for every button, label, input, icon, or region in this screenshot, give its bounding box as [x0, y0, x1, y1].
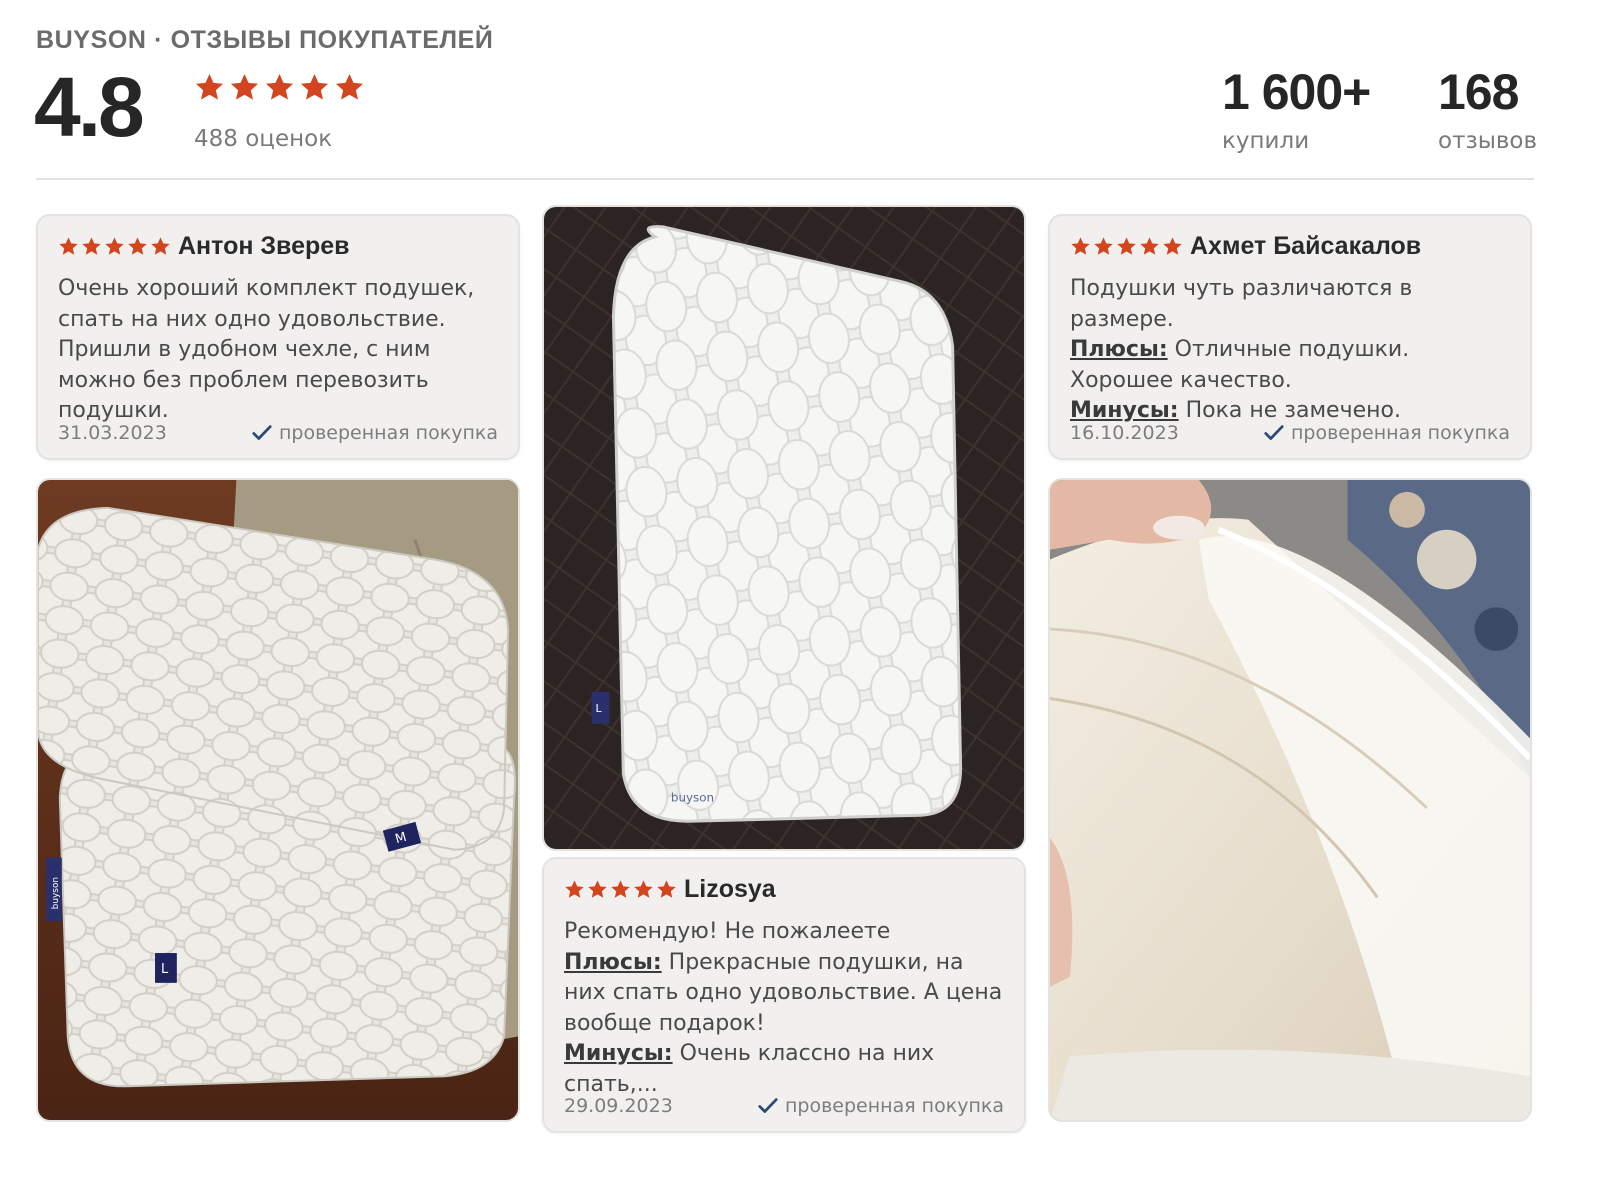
star-icon — [1071, 237, 1090, 255]
pillow-shape — [613, 226, 961, 822]
review-card[interactable]: Антон Зверев Очень хороший комплект поду… — [36, 214, 520, 460]
star-icon — [300, 73, 329, 100]
pros-label: Плюсы: — [564, 949, 662, 975]
review-card[interactable]: Lizosya Рекомендую! Не пожалеете Плюсы: … — [542, 857, 1026, 1133]
brand-label: buyson — [671, 790, 714, 804]
review-author: Антон Зверев — [178, 232, 350, 260]
average-rating: 4.8 — [34, 60, 145, 154]
star-icon — [335, 73, 364, 100]
star-icon — [128, 237, 147, 255]
review-photo[interactable]: L buyson — [542, 205, 1026, 851]
bought-label: купили — [1222, 128, 1310, 154]
page-title: BUYSON · ОТЗЫВЫ ПОКУПАТЕЛЕЙ — [36, 26, 494, 54]
review-main-text: Подушки чуть различаются в размере. — [1070, 276, 1413, 332]
header-divider — [36, 178, 1534, 180]
size-tag-label: L — [161, 962, 169, 977]
review-stars — [564, 879, 677, 900]
star-icon — [1163, 237, 1182, 255]
star-icon — [82, 237, 101, 255]
review-text: Рекомендую! Не пожалеете Плюсы: Прекрасн… — [564, 917, 1006, 1100]
pros-label: Плюсы: — [1070, 337, 1168, 362]
cons-label: Минусы: — [1070, 398, 1179, 423]
verified-label: проверенная покупка — [784, 1095, 1004, 1117]
cons-label: Минусы: — [564, 1041, 673, 1066]
review-stars — [1070, 236, 1183, 257]
review-photo[interactable] — [1048, 478, 1532, 1122]
review-author: Lizosya — [684, 875, 776, 903]
bought-count: 1 600+ — [1222, 64, 1371, 120]
review-photo[interactable]: M L buyson — [36, 478, 520, 1122]
star-icon — [611, 880, 630, 898]
star-icon — [195, 73, 224, 100]
review-date: 29.09.2023 — [564, 1095, 673, 1117]
star-icon — [151, 237, 170, 255]
star-icon — [565, 880, 584, 898]
star-icon — [1094, 237, 1113, 255]
checkmark-icon — [758, 1098, 778, 1113]
star-icon — [1117, 237, 1136, 255]
verified-label: проверенная покупка — [278, 422, 498, 444]
review-main-text: Рекомендую! Не пожалеете — [564, 919, 891, 944]
review-card[interactable]: Ахмет Байсакалов Подушки чуть различаютс… — [1048, 214, 1532, 460]
star-icon — [1140, 237, 1159, 255]
verified-badge: проверенная покупка — [251, 422, 498, 444]
stat-bought: 1 600+ купили — [1222, 62, 1371, 154]
review-author: Ахмет Байсакалов — [1190, 232, 1422, 260]
checkmark-icon — [252, 425, 272, 440]
star-icon — [59, 237, 78, 255]
star-icon — [230, 73, 259, 100]
size-tag-label: L — [596, 702, 603, 715]
ratings-count: 488 оценок — [194, 126, 333, 152]
verified-badge: проверенная покупка — [1263, 422, 1510, 444]
review-text: Очень хороший комплект подушек, спать на… — [58, 276, 475, 423]
rating-stars — [194, 72, 365, 103]
star-icon — [588, 880, 607, 898]
star-icon — [265, 73, 294, 100]
reviews-label: отзывов — [1438, 128, 1538, 154]
review-stars — [58, 236, 171, 257]
star-icon — [105, 237, 124, 255]
stat-reviews: 168 отзывов — [1438, 62, 1537, 154]
star-icon — [657, 880, 676, 898]
brand-label: buyson — [51, 877, 61, 909]
reviews-count: 168 — [1438, 64, 1519, 120]
verified-label: проверенная покупка — [1290, 422, 1510, 444]
review-date: 16.10.2023 — [1070, 422, 1179, 444]
star-icon — [634, 880, 653, 898]
review-date: 31.03.2023 — [58, 422, 167, 444]
cons-text: Пока не замечено. — [1185, 398, 1401, 423]
review-text: Подушки чуть различаются в размере. Плюс… — [1070, 274, 1512, 427]
verified-badge: проверенная покупка — [757, 1095, 1004, 1117]
checkmark-icon — [1264, 425, 1284, 440]
